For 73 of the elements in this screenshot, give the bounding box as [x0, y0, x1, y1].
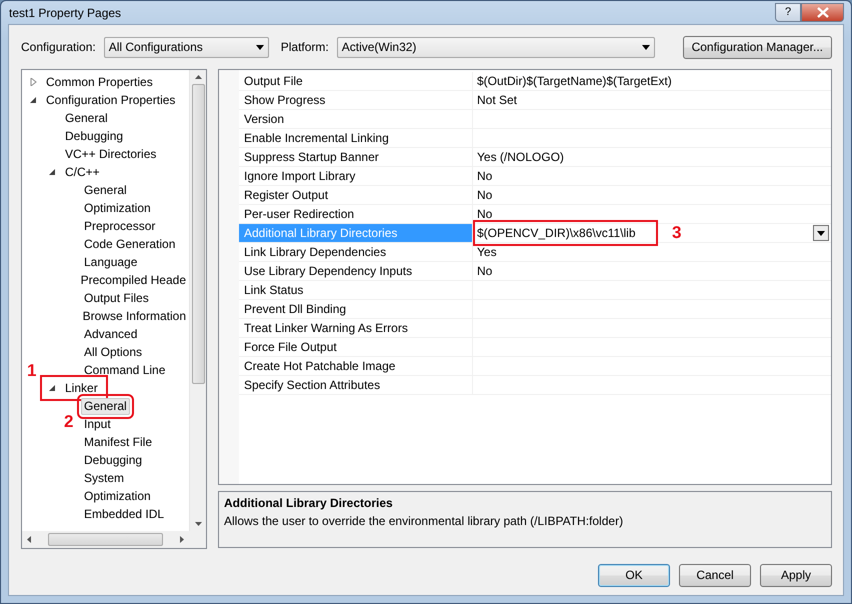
tree-item[interactable]: Debugging	[81, 452, 146, 468]
property-name[interactable]: Ignore Import Library	[239, 167, 473, 185]
property-name[interactable]: Suppress Startup Banner	[239, 148, 473, 166]
property-name[interactable]: Register Output	[239, 186, 473, 204]
tree-item[interactable]: VC++ Directories	[62, 146, 160, 162]
property-value: Yes (/NOLOGO)	[477, 149, 564, 166]
tree-item[interactable]: All Options	[81, 344, 146, 360]
property-value: $(OutDir)$(TargetName)$(TargetExt)	[477, 73, 672, 90]
annotation-number: 2	[64, 412, 74, 430]
configuration-dropdown[interactable]: All Configurations	[104, 36, 269, 58]
tree-item[interactable]: Precompiled Heade	[78, 272, 189, 288]
tree-item[interactable]: Preprocessor	[81, 218, 158, 234]
ok-button[interactable]: OK	[598, 564, 670, 586]
configuration-label: Configuration:	[21, 39, 96, 56]
tree-item[interactable]: General	[62, 110, 111, 126]
collapse-icon[interactable]	[49, 168, 56, 176]
property-name[interactable]: Prevent Dll Binding	[239, 300, 473, 318]
tree-item[interactable]: Code Generation	[81, 236, 178, 252]
tree-item[interactable]: Command Line	[81, 362, 168, 378]
caret-icon	[817, 230, 825, 236]
property-name[interactable]: Per-user Redirection	[239, 205, 473, 223]
collapse-icon[interactable]	[30, 96, 37, 104]
property-name[interactable]: Specify Section Attributes	[239, 376, 473, 394]
tree-item[interactable]: Manifest File	[81, 434, 156, 450]
property-name[interactable]: Link Library Dependencies	[239, 243, 473, 261]
property-name[interactable]: Treat Linker Warning As Errors	[239, 319, 473, 337]
tree-item[interactable]: Input	[81, 416, 114, 432]
apply-button[interactable]: Apply	[760, 564, 832, 586]
property-name[interactable]: Create Hot Patchable Image	[239, 357, 473, 375]
close-icon	[816, 7, 828, 18]
close-button[interactable]	[801, 3, 844, 22]
tree-item[interactable]: Debugging	[62, 128, 126, 144]
property-name[interactable]: Link Status	[239, 281, 473, 299]
configuration-manager-button[interactable]: Configuration Manager...	[682, 36, 832, 58]
tree-item[interactable]: Optimization	[81, 488, 154, 504]
caret-icon	[642, 44, 650, 50]
annotation-number: 3	[672, 224, 682, 241]
tree-item[interactable]: System	[81, 470, 128, 486]
cancel-button[interactable]: Cancel	[679, 564, 751, 586]
horizontal-scrollbar[interactable]	[22, 531, 206, 548]
property-name[interactable]: Show Progress	[239, 91, 473, 109]
tree-item[interactable]: Language	[81, 254, 140, 270]
window-title: test1 Property Pages	[8, 4, 122, 22]
platform-dropdown[interactable]: Active(Win32)	[336, 36, 655, 58]
property-value: No	[477, 187, 492, 204]
tree-item[interactable]: Optimization	[81, 200, 154, 216]
vertical-scrollbar[interactable]	[189, 70, 206, 531]
platform-label: Platform:	[280, 39, 329, 56]
property-value: No	[477, 168, 492, 185]
property-value: No	[477, 263, 492, 280]
property-name[interactable]: Force File Output	[239, 338, 473, 356]
tree-item[interactable]: General	[81, 182, 130, 198]
tree-item[interactable]: Embedded IDL	[81, 506, 168, 522]
collapse-icon[interactable]	[49, 384, 56, 392]
description-text: Allows the user to override the environmental library path (/LIBPATH:folder)	[224, 513, 624, 530]
property-name[interactable]: Enable Incremental Linking	[239, 129, 473, 147]
help-button[interactable]: ?	[775, 3, 801, 22]
dropdown-button[interactable]	[813, 225, 829, 241]
tree-item[interactable]: Advanced	[81, 326, 140, 342]
property-value: Yes	[477, 244, 497, 261]
property-name[interactable]: Use Library Dependency Inputs	[239, 262, 473, 280]
expand-icon[interactable]	[30, 78, 37, 86]
property-name[interactable]: Output File	[239, 72, 473, 90]
tree-item[interactable]: Configuration Properties	[43, 92, 178, 108]
property-name[interactable]: Version	[239, 110, 473, 128]
description-title: Additional Library Directories	[224, 495, 394, 512]
tree-item[interactable]: Common Properties	[43, 74, 156, 90]
tree-item[interactable]: Output Files	[81, 290, 152, 306]
caret-icon	[256, 44, 264, 50]
tree-item[interactable]: Browse Information	[80, 308, 189, 324]
property-value: No	[477, 206, 492, 223]
tree-item[interactable]: C/C++	[62, 164, 103, 180]
property-value: Not Set	[477, 92, 518, 109]
